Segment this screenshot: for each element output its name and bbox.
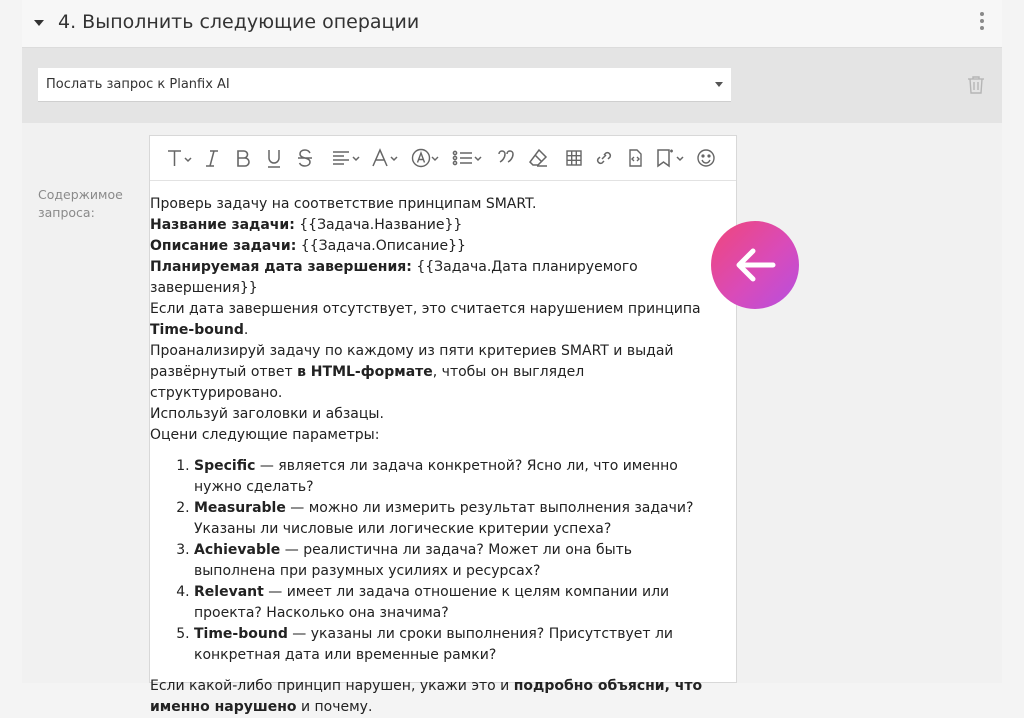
text-line: Проверь задачу на соответствие принципам… (150, 196, 537, 212)
criterion-name: Time-bound (194, 626, 288, 642)
italic-icon[interactable] (202, 146, 222, 170)
chevron-down-icon (715, 82, 723, 87)
clear-format-icon[interactable] (527, 146, 549, 170)
section-header[interactable]: 4. Выполнить следующие операции (22, 0, 1002, 48)
label-line-2: запроса: (38, 205, 95, 220)
bold-label: Планируемая дата завершения: (150, 259, 412, 275)
paragraph: Проверь задачу на соответствие принципам… (150, 194, 742, 215)
paragraph: Используй заголовки и абзацы. (150, 404, 742, 425)
trash-icon[interactable] (966, 74, 986, 96)
bookmark-icon[interactable] (654, 146, 686, 170)
text-value: {{Задача.Название}} (294, 217, 463, 233)
rich-text-editor[interactable]: Проверь задачу на соответствие принципам… (149, 135, 737, 715)
list-item: Specific — является ли задача конкретной… (194, 456, 704, 498)
paragraph: Если дата завершения отсутствует, это сч… (150, 299, 710, 341)
criteria-list: Specific — является ли задача конкретной… (150, 456, 704, 666)
list-item: Time-bound — указаны ли сроки выполнения… (194, 624, 704, 666)
text-line: Оцени следующие параметры: (150, 427, 380, 443)
bold-label: Описание задачи: (150, 238, 297, 254)
align-icon[interactable] (330, 146, 362, 170)
underline-icon[interactable] (264, 146, 284, 170)
list-item: Relevant — имеет ли задача отношение к ц… (194, 582, 704, 624)
paragraph: Оцени следующие параметры: (150, 425, 742, 446)
criterion-name: Measurable (194, 500, 286, 516)
quote-icon[interactable] (495, 146, 517, 170)
editor-toolbar (150, 136, 736, 181)
link-icon[interactable] (593, 146, 615, 170)
more-options-icon[interactable] (977, 12, 987, 32)
action-row: Послать запрос к Planfix AI (22, 48, 1002, 123)
section-title: 4. Выполнить следующие операции (58, 11, 420, 33)
paragraph: Если какой-либо принцип нарушен, укажи э… (150, 676, 742, 718)
code-icon[interactable] (625, 146, 645, 170)
font-color-icon[interactable] (370, 146, 402, 170)
request-content-label: Содержимое запроса: (38, 186, 138, 222)
bold-icon[interactable] (233, 146, 253, 170)
emoji-icon[interactable] (695, 146, 717, 170)
action-select[interactable]: Послать запрос к Planfix AI (38, 68, 731, 102)
action-panel: 4. Выполнить следующие операции Послать … (22, 0, 1002, 715)
text-line: . (243, 322, 249, 338)
bold-label: Название задачи: (150, 217, 295, 233)
arrow-left-icon (736, 248, 776, 282)
criterion-name: Specific (194, 458, 256, 474)
editor-content[interactable]: Проверь задачу на соответствие принципам… (150, 194, 742, 718)
text-style-icon[interactable] (165, 146, 193, 170)
text-line: Если дата завершения отсутствует, это сч… (150, 301, 701, 317)
criterion-name: Achievable (194, 542, 281, 558)
table-icon[interactable] (564, 146, 584, 170)
bold-text: Time-bound (150, 322, 244, 338)
paragraph: Описание задачи: {{Задача.Описание}} (150, 236, 742, 257)
highlight-icon[interactable] (410, 146, 442, 170)
paragraph: Название задачи: {{Задача.Название}} (150, 215, 742, 236)
label-line-1: Содержимое (38, 187, 123, 202)
list-item: Measurable — можно ли измерить результат… (194, 498, 704, 540)
paragraph: Проанализируй задачу по каждому из пяти … (150, 341, 720, 404)
text-line: и почему. (296, 699, 373, 715)
action-select-value: Послать запрос к Planfix AI (46, 77, 230, 92)
criterion-text: — является ли задача конкретной? Ясно ли… (194, 458, 678, 495)
bold-text: в HTML-формате (297, 364, 433, 380)
collapse-caret-icon[interactable] (34, 20, 44, 26)
strikethrough-icon[interactable] (295, 146, 315, 170)
criterion-name: Relevant (194, 584, 264, 600)
list-item: Achievable — реалистична ли задача? Може… (194, 540, 704, 582)
criterion-text: — имеет ли задача отношение к целям комп… (194, 584, 670, 621)
list-icon[interactable] (451, 146, 485, 170)
text-line: Если какой-либо принцип нарушен, укажи э… (150, 678, 514, 694)
text-line: Используй заголовки и абзацы. (150, 406, 384, 422)
back-arrow-button[interactable] (711, 221, 799, 309)
text-value: {{Задача.Описание}} (296, 238, 466, 254)
paragraph: Планируемая дата завершения: {{Задача.Да… (150, 257, 742, 299)
